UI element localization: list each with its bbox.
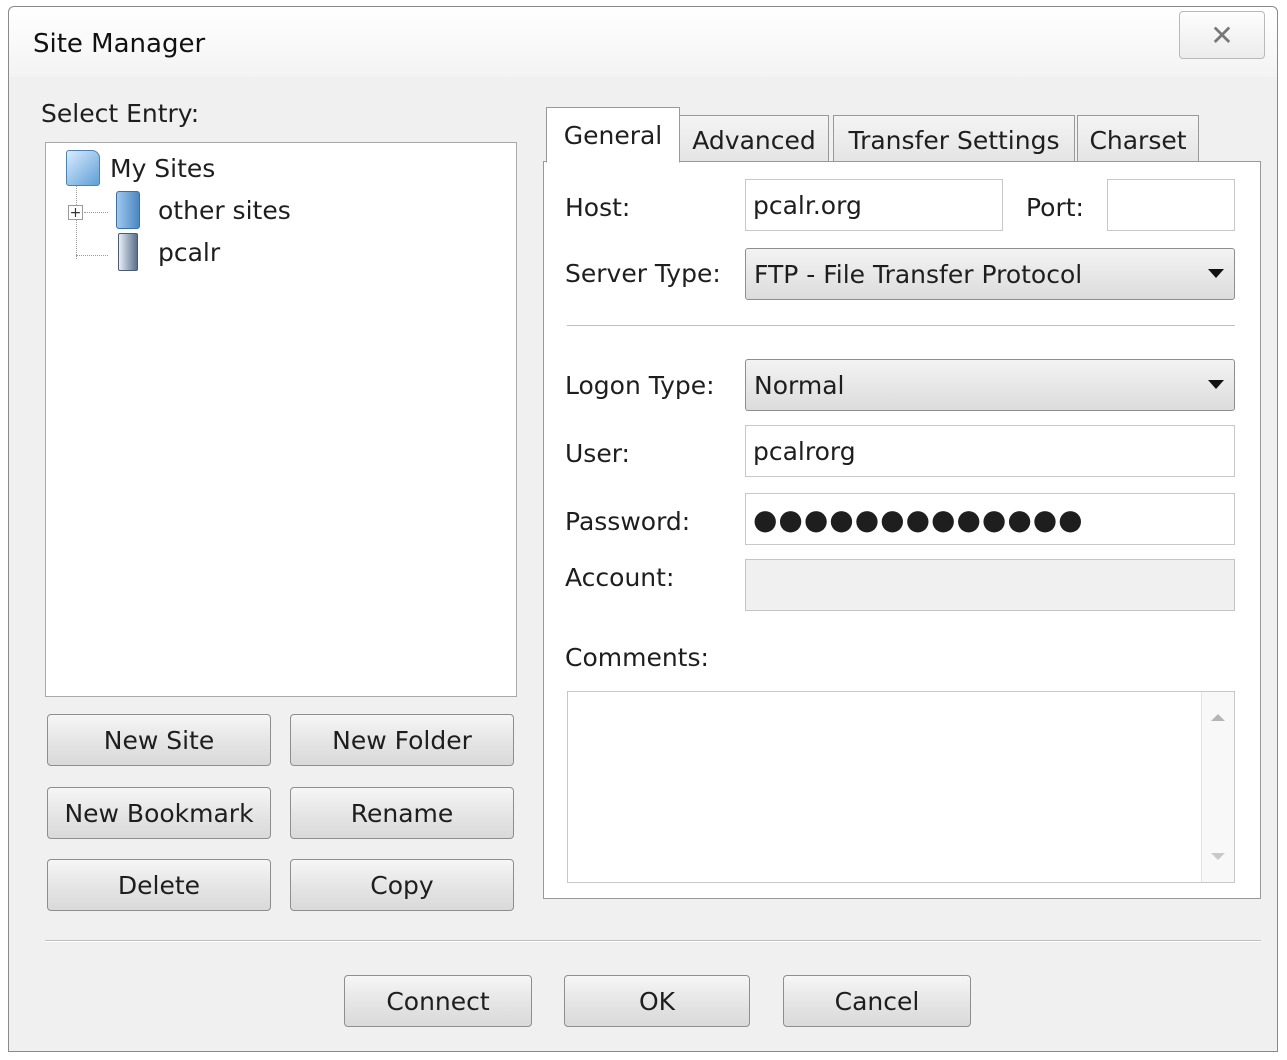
host-input[interactable]: pcalr.org <box>745 179 1003 231</box>
tree-item-pcalr[interactable]: pcalr <box>118 233 220 271</box>
user-input[interactable]: pcalrorg <box>745 425 1235 477</box>
account-label: Account: <box>565 563 675 592</box>
select-entry-label: Select Entry: <box>41 99 200 128</box>
new-site-button[interactable]: New Site <box>47 714 271 766</box>
tree-item-my-sites[interactable]: My Sites <box>66 150 215 186</box>
footer-divider <box>45 940 1261 942</box>
scroll-up-icon[interactable] <box>1211 714 1225 721</box>
scroll-down-icon[interactable] <box>1211 853 1225 860</box>
expand-toggle-icon[interactable]: + <box>68 205 83 220</box>
server-type-select[interactable]: FTP - File Transfer Protocol <box>745 248 1235 300</box>
user-label: User: <box>565 439 630 468</box>
close-icon: ✕ <box>1210 18 1234 52</box>
password-label: Password: <box>565 507 691 536</box>
server-type-value: FTP - File Transfer Protocol <box>754 259 1083 289</box>
tree-connector <box>76 255 108 256</box>
logon-type-value: Normal <box>754 370 845 400</box>
password-input[interactable]: ●●●●●●●●●●●●● <box>745 493 1235 545</box>
close-button[interactable]: ✕ <box>1179 11 1265 59</box>
site-tree[interactable]: + My Sites other sites pcalr <box>45 142 517 697</box>
delete-button[interactable]: Delete <box>47 859 271 911</box>
tree-item-label: other sites <box>158 195 291 225</box>
comments-label: Comments: <box>565 643 709 672</box>
tree-connector <box>76 185 77 259</box>
site-manager-window: Site Manager ✕ Select Entry: + My Sites … <box>8 6 1278 1052</box>
logon-type-label: Logon Type: <box>565 371 715 400</box>
copy-button[interactable]: Copy <box>290 859 514 911</box>
new-folder-button[interactable]: New Folder <box>290 714 514 766</box>
window-title: Site Manager <box>33 29 206 59</box>
chevron-down-icon <box>1208 269 1224 278</box>
comments-textarea[interactable] <box>567 691 1235 883</box>
folder-icon <box>116 191 140 229</box>
ok-button[interactable]: OK <box>564 975 750 1027</box>
tab-advanced[interactable]: Advanced <box>679 115 829 165</box>
port-label: Port: <box>1026 193 1084 222</box>
tree-connector <box>84 212 108 213</box>
chevron-down-icon <box>1208 380 1224 389</box>
server-type-label: Server Type: <box>565 259 721 288</box>
tree-item-other-sites[interactable]: other sites <box>116 191 291 229</box>
tree-item-label: My Sites <box>110 153 216 183</box>
tree-item-label: pcalr <box>158 237 221 267</box>
new-bookmark-button[interactable]: New Bookmark <box>47 787 271 839</box>
server-icon <box>118 233 138 271</box>
folder-open-icon <box>66 150 100 186</box>
tab-transfer-settings[interactable]: Transfer Settings <box>833 115 1075 165</box>
account-input <box>745 559 1235 611</box>
comments-scrollbar[interactable] <box>1201 692 1234 882</box>
connect-button[interactable]: Connect <box>344 975 532 1027</box>
logon-type-select[interactable]: Normal <box>745 359 1235 411</box>
tab-general[interactable]: General <box>546 107 680 163</box>
port-input[interactable] <box>1107 179 1235 231</box>
cancel-button[interactable]: Cancel <box>783 975 971 1027</box>
host-label: Host: <box>565 193 631 222</box>
title-bar: Site Manager ✕ <box>9 7 1277 77</box>
divider <box>567 325 1235 327</box>
tab-charset[interactable]: Charset <box>1077 115 1199 165</box>
rename-button[interactable]: Rename <box>290 787 514 839</box>
